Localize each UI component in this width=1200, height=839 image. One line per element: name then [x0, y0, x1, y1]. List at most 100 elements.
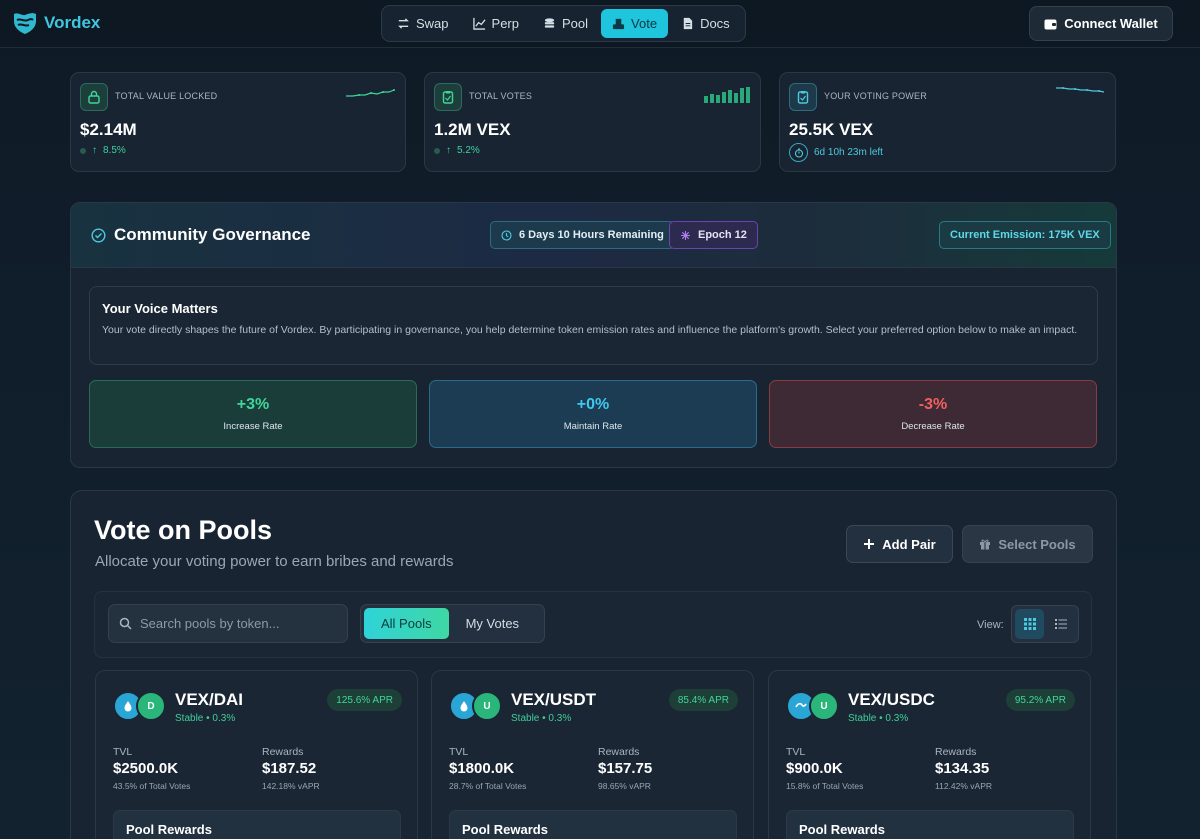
connect-wallet-label: Connect Wallet	[1064, 16, 1158, 31]
vote-option-label: Decrease Rate	[901, 421, 965, 432]
pool-rewards-box: Pool Rewards	[786, 810, 1074, 839]
select-pools-button[interactable]: Select Pools	[962, 525, 1093, 563]
tvl-value: $900.0K	[786, 760, 843, 777]
lock-icon	[80, 83, 108, 111]
search-box	[108, 604, 348, 643]
list-view-button[interactable]	[1046, 609, 1075, 639]
view-toggle	[1011, 605, 1079, 643]
pool-card[interactable]: D VEX/DAI Stable • 0.3% 125.6% APR TVL $…	[95, 670, 418, 839]
rewards-sub: 98.65% vAPR	[598, 781, 651, 791]
token-icon: U	[809, 691, 839, 721]
governance-panel: Community Governance 6 Days 10 Hours Rem…	[70, 202, 1117, 468]
apr-badge: 95.2% APR	[1005, 689, 1075, 711]
stat-change-value: 5.2%	[457, 145, 480, 156]
tvl-label: TVL	[449, 746, 469, 758]
coins-icon	[544, 18, 555, 28]
list-icon	[1054, 619, 1067, 629]
sparkle-icon	[681, 230, 690, 240]
stat-card-voting-power: YOUR VOTING POWER 25.5K VEX 6d 10h 23m l…	[779, 72, 1116, 172]
status-dot	[434, 147, 440, 154]
nav-swap[interactable]: Swap	[386, 9, 460, 38]
add-pair-label: Add Pair	[882, 536, 936, 552]
vordex-logo-icon	[14, 13, 36, 34]
vote-option-increase[interactable]: +3% Increase Rate	[89, 380, 417, 448]
stat-value: $2.14M	[80, 120, 137, 139]
pool-pair: VEX/USDC	[848, 690, 935, 709]
stat-value: 1.2M VEX	[434, 120, 511, 139]
pools-panel: Vote on Pools Allocate your voting power…	[70, 490, 1117, 839]
voice-description: Your vote directly shapes the future of …	[102, 324, 1078, 336]
epoch-text: Epoch 12	[698, 229, 747, 241]
rewards-sub: 142.18% vAPR	[262, 781, 320, 791]
vote-option-decrease[interactable]: -3% Decrease Rate	[769, 380, 1097, 448]
nav-perp[interactable]: Perp	[462, 9, 530, 38]
pool-meta: Stable • 0.3%	[511, 713, 572, 724]
tab-my-votes[interactable]: My Votes	[449, 608, 536, 639]
stat-change: ↑ 5.2%	[434, 145, 480, 156]
epoch-badge: Epoch 12	[669, 221, 758, 249]
gift-icon	[980, 539, 991, 550]
stat-value: 25.5K VEX	[789, 120, 874, 139]
vote-option-maintain[interactable]: +0% Maintain Rate	[429, 380, 757, 448]
pool-rewards-box: Pool Rewards	[449, 810, 737, 839]
apr-badge: 85.4% APR	[668, 689, 738, 711]
tvl-label: TVL	[113, 746, 133, 758]
nav-pool[interactable]: Pool	[532, 9, 599, 38]
pool-card[interactable]: U VEX/USDT Stable • 0.3% 85.4% APR TVL $…	[431, 670, 754, 839]
search-input[interactable]	[140, 616, 340, 631]
pool-meta: Stable • 0.3%	[175, 713, 236, 724]
clock-icon	[501, 229, 512, 241]
grid-view-button[interactable]	[1015, 609, 1044, 639]
token-icon: D	[136, 691, 166, 721]
sparkline-chart	[1056, 87, 1105, 93]
pools-subtitle: Allocate your voting power to earn bribe…	[95, 553, 454, 570]
filter-bar: All Pools My Votes View:	[94, 591, 1092, 658]
pool-rewards-title: Pool Rewards	[462, 822, 548, 837]
nav-vote[interactable]: Vote	[601, 9, 669, 38]
top-header: Vordex Swap Perp Pool Vote Docs Connect …	[0, 0, 1200, 48]
rewards-sub: 112.42% vAPR	[935, 781, 993, 791]
tab-all-pools[interactable]: All Pools	[364, 608, 449, 639]
swap-icon	[398, 18, 409, 29]
token-icon: U	[472, 691, 502, 721]
stat-label: TOTAL VALUE LOCKED	[115, 91, 218, 101]
time-remaining-badge: 6 Days 10 Hours Remaining	[490, 221, 675, 249]
nav-docs[interactable]: Docs	[670, 9, 741, 38]
rewards-label: Rewards	[262, 746, 304, 758]
stat-card-tvl: TOTAL VALUE LOCKED $2.14M ↑ 8.5%	[70, 72, 406, 172]
voice-matters-box: Your Voice Matters Your vote directly sh…	[89, 286, 1098, 365]
tvl-sub: 28.7% of Total Votes	[449, 781, 527, 791]
pool-pair: VEX/DAI	[175, 690, 244, 709]
governance-title: Community Governance	[91, 225, 311, 245]
stat-label: TOTAL VOTES	[469, 91, 533, 101]
governance-title-text: Community Governance	[114, 225, 311, 244]
rewards-value: $134.35	[935, 760, 990, 777]
pool-filter-tabs: All Pools My Votes	[360, 604, 545, 643]
pool-pair: VEX/USDT	[511, 690, 597, 709]
pool-card[interactable]: U VEX/USDC Stable • 0.3% 95.2% APR TVL $…	[768, 670, 1091, 839]
arrow-up-icon: ↑	[446, 145, 451, 156]
voice-title: Your Voice Matters	[102, 301, 218, 316]
rewards-label: Rewards	[598, 746, 640, 758]
brand-logo[interactable]: Vordex	[12, 11, 100, 35]
stat-label: YOUR VOTING POWER	[824, 91, 927, 101]
stat-change-value: 8.5%	[103, 145, 126, 156]
ballot-icon	[612, 18, 625, 30]
emission-badge: Current Emission: 175K VEX	[939, 221, 1111, 249]
nav-perp-label: Perp	[491, 16, 519, 31]
vote-option-pct: +3%	[236, 396, 270, 413]
emission-text: Current Emission: 175K VEX	[950, 229, 1100, 241]
wallet-icon	[1044, 19, 1057, 29]
clipboard-icon	[789, 83, 817, 111]
tvl-value: $1800.0K	[449, 760, 515, 777]
pools-title: Vote on Pools	[94, 515, 273, 545]
main-nav: Swap Perp Pool Vote Docs	[381, 5, 746, 42]
clipboard-icon	[434, 83, 462, 111]
add-pair-button[interactable]: Add Pair	[846, 525, 953, 563]
doc-icon	[683, 17, 693, 30]
arrow-up-icon: ↑	[92, 145, 97, 156]
connect-wallet-button[interactable]: Connect Wallet	[1029, 6, 1173, 41]
vote-option-pct: -3%	[918, 396, 948, 413]
nav-swap-label: Swap	[416, 16, 449, 31]
tvl-label: TVL	[786, 746, 806, 758]
